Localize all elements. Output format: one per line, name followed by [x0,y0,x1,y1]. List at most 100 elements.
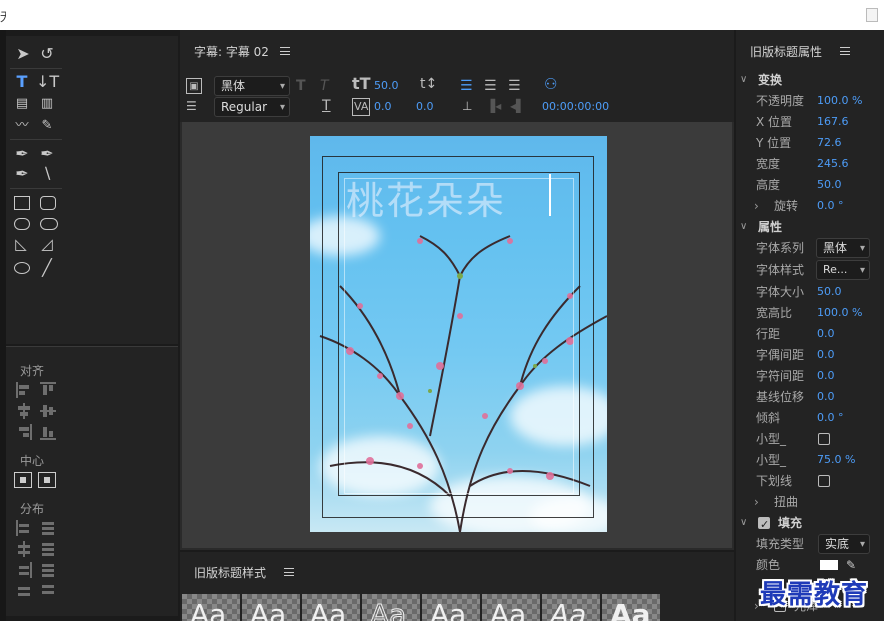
font-family-dropdown[interactable]: 黑体 ▾ [214,76,290,96]
style-swatch[interactable]: Aa [182,594,240,621]
rectangle-tool-icon[interactable] [14,196,30,210]
rotation-tool-icon[interactable]: ↺ [36,44,58,64]
distribute-top-icon[interactable] [40,520,56,536]
align-bottom-icon[interactable] [40,424,56,440]
timecode[interactable]: 00:00:00:00 [542,100,609,113]
align-left-icon[interactable] [16,382,32,398]
tab-stops-icon[interactable]: ⊥ [462,98,472,114]
style-swatch[interactable]: Aa [422,594,480,621]
editor-tab-title[interactable]: 字幕: 字幕 02 [194,43,269,60]
attribute-row-value[interactable]: 0.0 [817,324,835,344]
bold-icon[interactable]: T [296,78,306,94]
attribute-row-value[interactable]: 50.0 [817,282,842,302]
small-caps-size-value[interactable]: 75.0 % [817,450,855,470]
small-caps-label: 小型_ [756,432,787,446]
distribute-horizontal-center-icon[interactable] [16,541,32,557]
rotation-value[interactable]: 0.0 ° [817,196,844,216]
attribute-row-value[interactable]: 0.0 [817,366,835,386]
distribute-right-icon[interactable] [16,562,32,578]
transform-row-value[interactable]: 167.6 [817,112,849,132]
align-top-icon[interactable] [40,382,56,398]
attribute-row-value[interactable]: 100.0 % [817,303,862,323]
transform-row-value[interactable]: 245.6 [817,154,849,174]
background-frame-image[interactable]: 桃花朵朵 [310,136,607,532]
rounded-corner-tool-icon[interactable] [40,218,58,230]
convert-anchor-tool-icon[interactable]: ∖ [36,164,58,184]
pen-tool-icon[interactable]: ✒ [11,144,33,164]
type-tool-icon[interactable]: T [11,72,33,92]
italic-icon[interactable]: T [320,78,329,94]
show-background-video-icon[interactable]: ▣ [186,78,202,94]
underline-checkbox[interactable] [818,475,830,487]
fill-section-header[interactable]: ∨ 填充 [736,513,884,535]
alignment-panel: 对齐 中心 分布 [6,346,178,616]
align-horizontal-center-icon[interactable] [16,403,32,419]
style-swatch[interactable]: Aa [602,594,660,621]
selection-tool-icon[interactable]: ➤ [12,44,34,64]
style-swatch[interactable]: Aa [242,594,300,621]
line-tool-icon[interactable]: ╱ [36,258,58,278]
leading-value[interactable]: 0.0 [416,100,434,113]
area-type-tool-icon[interactable]: ▤ [11,94,33,114]
clipped-corner-tool-icon[interactable] [14,218,30,230]
add-anchor-tool-icon[interactable]: ✒ [11,164,33,184]
align-right-icon[interactable] [16,424,32,440]
underline-icon[interactable]: T [322,98,331,114]
center-horizontal-icon[interactable] [14,472,32,488]
vertical-path-type-tool-icon[interactable]: ✎ [36,116,58,136]
align-left-text-icon[interactable]: ☰ [460,78,473,94]
center-vertical-icon[interactable] [38,472,56,488]
fill-type-dropdown[interactable]: 实底 ▾ [818,534,870,554]
rounded-rectangle-tool-icon[interactable] [40,196,56,210]
roll-crawl-options-icon[interactable]: ☰ [186,98,197,114]
rotation-row[interactable]: › 旋转 0.0 ° [736,196,884,216]
center-text-icon[interactable]: ☰ [484,78,497,94]
style-swatch[interactable]: Aa [362,594,420,621]
path-type-tool-icon[interactable]: 〰 [11,116,33,136]
transform-row-value[interactable]: 72.6 [817,133,842,153]
styles-panel-title[interactable]: 旧版标题样式 [194,564,266,581]
distort-row[interactable]: › 扭曲 [736,492,884,512]
font-style-dropdown[interactable]: Regular ▾ [214,97,290,117]
distribute-vertical-spacing-icon[interactable] [40,583,56,599]
template-icon[interactable]: ⚇ [544,76,557,92]
prop-font-family-dropdown[interactable]: 黑体 ▾ [816,238,870,258]
attribute-row-value[interactable]: 0.0 [817,345,835,365]
editor-menu-icon[interactable] [280,47,290,55]
prop-font-style-dropdown[interactable]: Re... ▾ [816,260,870,280]
style-swatch[interactable]: Aa [302,594,360,621]
align-vertical-center-icon[interactable] [40,403,56,419]
kerning-value[interactable]: 0.0 [374,100,392,113]
properties-panel-title[interactable]: 旧版标题属性 [750,43,822,60]
eyedropper-icon[interactable]: ✎ [846,555,856,575]
styles-menu-icon[interactable] [284,568,294,576]
attribute-row-value[interactable]: 0.0 [817,387,835,407]
fill-checkbox[interactable] [758,515,770,535]
attribute-row-value[interactable]: 0.0 ° [817,408,844,428]
fill-color-swatch[interactable] [820,560,838,570]
transform-row-value[interactable]: 50.0 [817,175,842,195]
align-right-text-icon[interactable]: ☰ [508,78,521,94]
left-tab-icon[interactable]: ▐◂ [486,98,501,114]
transform-section-header[interactable]: ∨ 变换 [736,70,884,90]
style-swatch[interactable]: Aa [542,594,600,621]
style-swatch[interactable]: Aa [482,594,540,621]
title-text[interactable]: 桃花朵朵 [346,170,506,225]
arc-tool-icon[interactable]: ◿ [36,234,58,254]
center-tab-icon[interactable]: ◂▌ [510,98,525,114]
vertical-area-type-tool-icon[interactable]: ▥ [36,94,58,114]
distribute-bottom-icon[interactable] [40,562,56,578]
transform-row-value[interactable]: 100.0 % [817,91,862,111]
properties-menu-icon[interactable] [840,47,850,55]
ellipse-tool-icon[interactable] [14,262,30,274]
distribute-horizontal-spacing-icon[interactable] [16,583,32,599]
distribute-vertical-center-icon[interactable] [40,541,56,557]
distribute-left-icon[interactable] [16,520,32,536]
font-size-value[interactable]: 50.0 [374,79,399,92]
small-caps-checkbox[interactable] [818,433,830,445]
wedge-tool-icon[interactable]: ◺ [10,234,32,254]
delete-anchor-tool-icon[interactable]: ✒ [36,144,58,164]
window-control-button[interactable] [866,8,878,22]
vertical-type-tool-icon[interactable]: ↓T [36,72,59,92]
attributes-section-header[interactable]: ∨ 属性 [736,217,884,237]
